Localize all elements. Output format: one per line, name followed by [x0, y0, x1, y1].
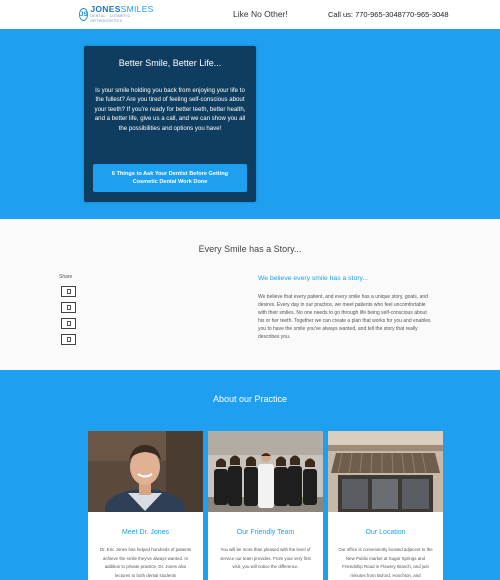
hero-card: Better Smile, Better Life... Is your smi…	[84, 46, 256, 202]
practice-card-team[interactable]: Our Friendly Team You will be more than …	[208, 431, 323, 580]
story-subtitle: We believe every smile has a story...	[258, 275, 369, 282]
practice-card-dr-jones[interactable]: Meet Dr. Jones Dr. Eric Jones has helped…	[88, 431, 203, 580]
card-text-team: You will be more than pleased with the l…	[220, 547, 311, 570]
share-label: Share	[59, 274, 73, 280]
story-title: Every Smile has a Story...	[198, 244, 302, 254]
card-title-dr-jones: Meet Dr. Jones	[121, 529, 170, 536]
story-section: Every Smile has a Story... Share We beli…	[0, 219, 500, 370]
header-tagline: Like No Other!	[233, 9, 288, 19]
hero-text: Is your smile holding you back from enjo…	[94, 87, 246, 132]
tooth-logo-icon: JS	[79, 8, 89, 21]
card-text-dr-jones: Dr. Eric Jones has helped hundreds of pa…	[99, 547, 192, 578]
twitter-share-button[interactable]	[61, 302, 76, 313]
page: JS JONESSMILES DENTAL · COSMETIC · ORTHO…	[0, 0, 500, 580]
card-title-location: Our Location	[365, 529, 406, 536]
practice-card-location[interactable]: Our Location Our office is conveniently …	[328, 431, 443, 580]
team-photo	[208, 431, 323, 512]
office-location-photo	[328, 431, 443, 512]
story-text: We believe that every patient, and every…	[258, 294, 431, 340]
google-plus-icon	[66, 321, 71, 326]
facebook-share-button[interactable]	[61, 286, 76, 297]
facebook-icon	[66, 289, 71, 294]
jones-smiles-logo[interactable]: JS JONESSMILES DENTAL · COSMETIC · ORTHO…	[79, 3, 153, 26]
dr-jones-photo	[88, 431, 203, 512]
google-plus-share-button[interactable]	[61, 318, 76, 329]
site-header: JS JONESSMILES DENTAL · COSMETIC · ORTHO…	[0, 0, 500, 29]
hero-title: Better Smile, Better Life...	[118, 58, 222, 68]
header-phone-link[interactable]: Call us: 770-965-3048770-965-3048	[328, 10, 449, 19]
practice-section: About our Practice Meet Dr. Jones Dr. Er…	[0, 370, 500, 580]
dentist-questions-button[interactable]: 6 Things to Ask Your Dentist Before Gett…	[93, 164, 247, 192]
hero-section: Better Smile, Better Life... Is your smi…	[0, 29, 500, 219]
email-share-button[interactable]	[61, 334, 76, 345]
twitter-icon	[66, 305, 71, 310]
email-icon	[66, 337, 71, 342]
practice-title: About our Practice	[212, 394, 288, 404]
card-text-location: Our office is conveniently located adjac…	[338, 547, 433, 578]
card-title-team: Our Friendly Team	[236, 529, 295, 536]
